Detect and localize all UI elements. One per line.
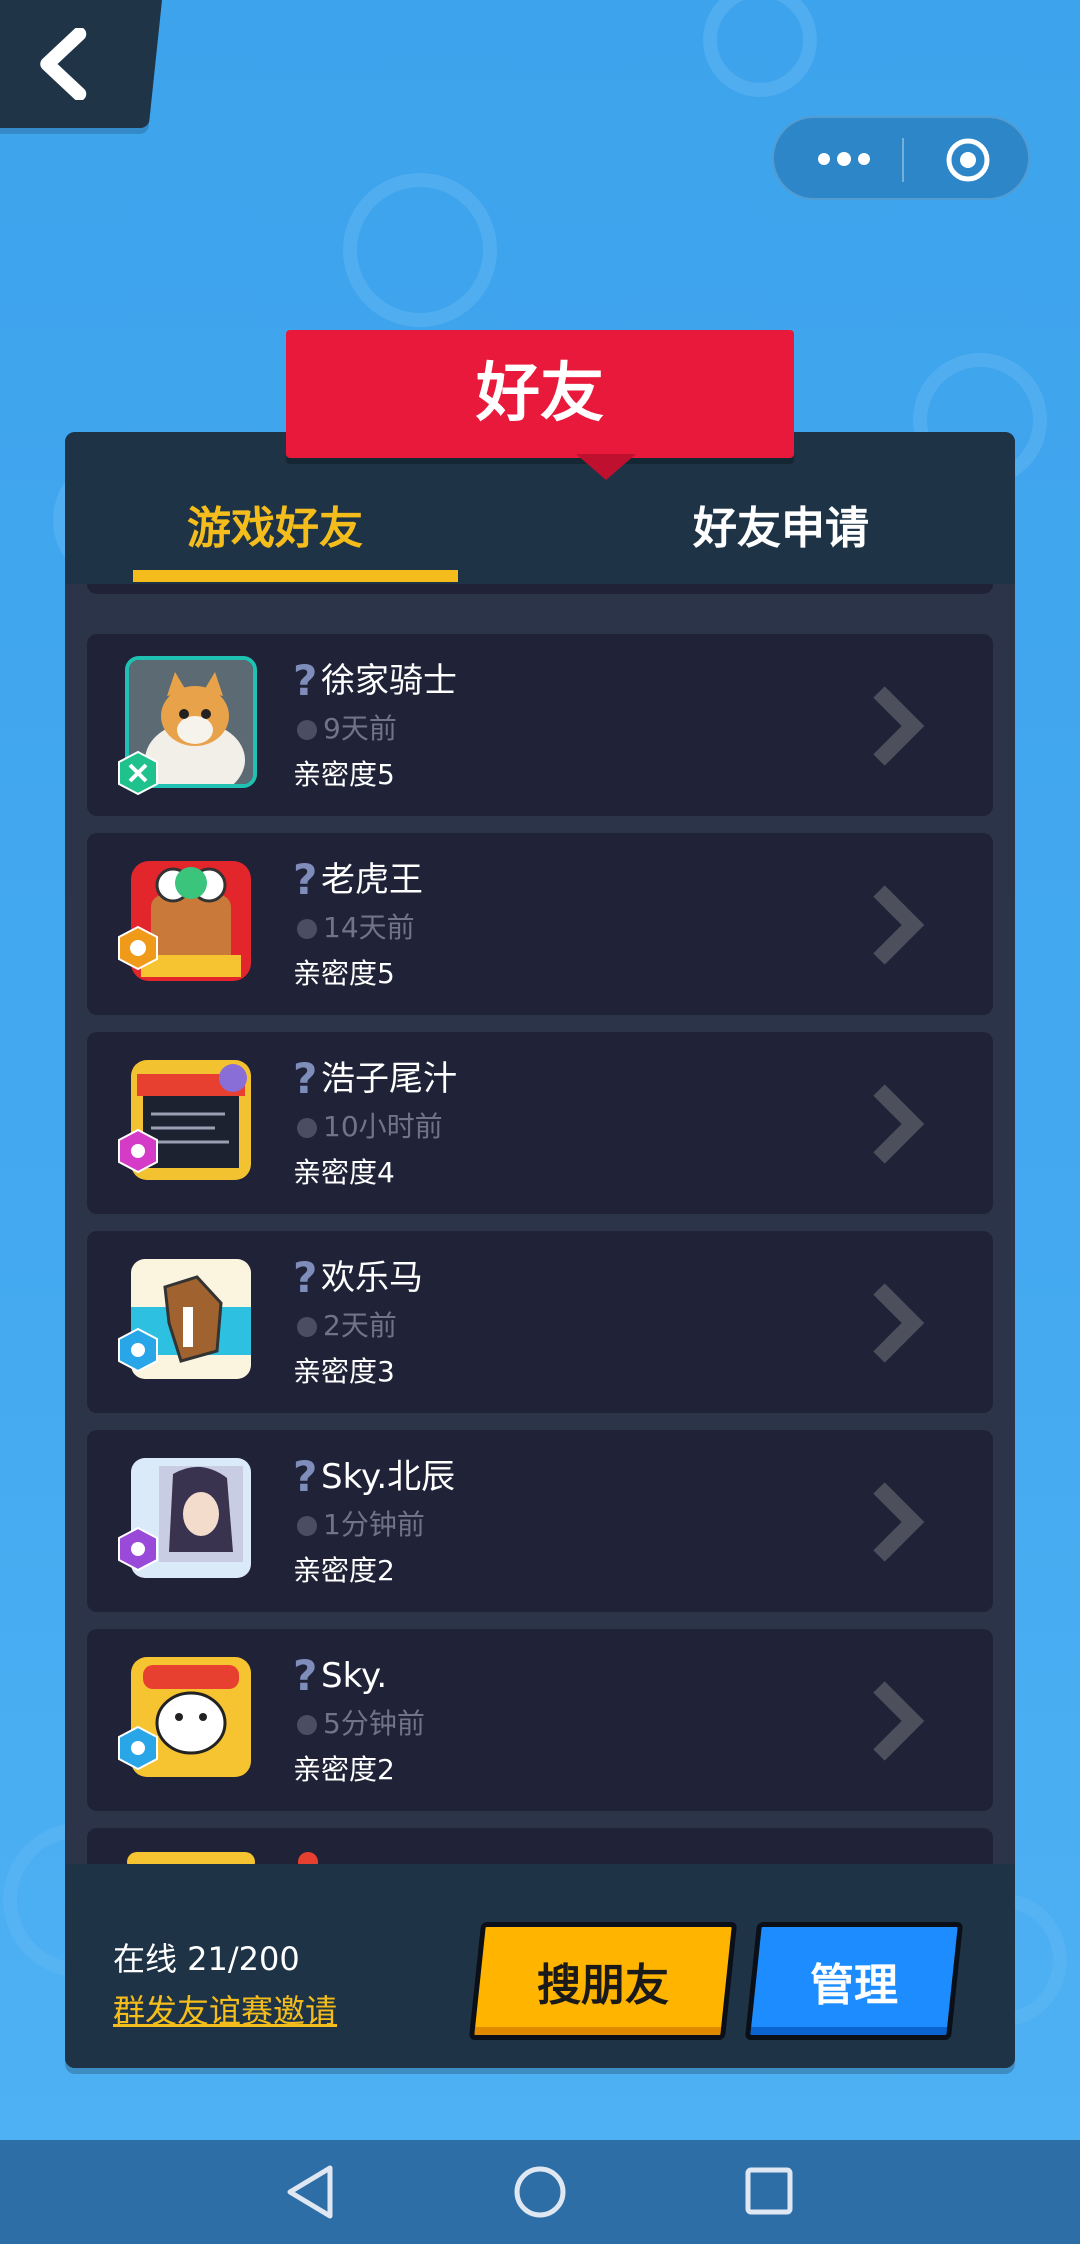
last-seen: 10小时前	[323, 1110, 443, 1143]
chevron-right-icon[interactable]	[867, 883, 927, 967]
last-seen: 9天前	[323, 712, 397, 745]
status-dot	[297, 1118, 317, 1138]
rank-badge-icon	[118, 925, 158, 971]
mini-program-capsule	[772, 116, 1030, 200]
intimacy: 亲密度4	[293, 1156, 395, 1189]
online-count: 在线 21/200	[113, 1940, 300, 1978]
invite-link[interactable]: 群发友谊赛邀请	[113, 1986, 337, 2032]
friend-name: 老虎王	[321, 860, 423, 900]
tab-game-friends[interactable]: 游戏好友	[187, 492, 363, 554]
friend-name: 徐家骑士	[321, 661, 457, 701]
rank-badge-icon	[118, 1526, 158, 1572]
friend-card[interactable]: ? 欢乐马 2天前 亲密度3	[87, 1231, 993, 1413]
rank-badge-icon	[118, 750, 158, 796]
rank-badge-icon	[118, 1128, 158, 1174]
rank-badge-icon	[118, 1327, 158, 1373]
tab-friend-requests[interactable]: 好友申请	[693, 492, 869, 554]
last-seen: 1分钟前	[323, 1508, 425, 1541]
search-friends-button[interactable]: 搜朋友	[468, 1922, 738, 2040]
more-dots-icon[interactable]	[814, 144, 874, 174]
chevron-right-icon[interactable]	[867, 1082, 927, 1166]
friend-card[interactable]: ? Sky.北辰 1分钟前 亲密度2	[87, 1430, 993, 1612]
intimacy: 亲密度5	[293, 957, 395, 990]
friend-card[interactable]: ? Sky. 5分钟前 亲密度2	[87, 1629, 993, 1811]
system-nav-bar	[0, 2140, 1080, 2244]
triangle-back-icon[interactable]	[284, 2164, 336, 2220]
manage-button[interactable]: 管理	[744, 1922, 964, 2040]
friends-panel: ? 徐家骑士 9天前 亲密度5 ? 老虎王 14天前 亲密度5 ? 浩子尾汁 1…	[65, 432, 1015, 2068]
friend-name: Sky.	[321, 1656, 388, 1696]
status-dot	[297, 1516, 317, 1536]
chevron-left-icon	[40, 28, 87, 100]
chevron-right-icon[interactable]	[867, 1281, 927, 1365]
target-circle-icon[interactable]	[944, 136, 992, 184]
status-dot	[297, 720, 317, 740]
status-dot	[297, 919, 317, 939]
circle-home-icon[interactable]	[512, 2164, 568, 2220]
friend-name: 欢乐马	[321, 1258, 423, 1298]
square-recent-icon[interactable]	[744, 2166, 794, 2216]
chevron-right-icon[interactable]	[867, 1679, 927, 1763]
page-title: 好友	[476, 357, 604, 431]
status-dot	[297, 1715, 317, 1735]
search-friends-label: 搜朋友	[537, 1960, 669, 2011]
friend-card[interactable]: ? 老虎王 14天前 亲密度5	[87, 833, 993, 1015]
intimacy: 亲密度5	[293, 758, 395, 791]
active-tab-underline	[133, 570, 458, 582]
last-seen: 5分钟前	[323, 1707, 425, 1740]
back-button[interactable]	[0, 0, 162, 128]
rank-badge-icon	[118, 1725, 158, 1771]
intimacy: 亲密度3	[293, 1355, 395, 1388]
friend-list[interactable]: ? 徐家骑士 9天前 亲密度5 ? 老虎王 14天前 亲密度5 ? 浩子尾汁 1…	[87, 524, 993, 2068]
friend-name: Sky.北辰	[321, 1457, 456, 1497]
capsule-divider	[902, 138, 904, 182]
panel-footer: 在线 21/200 群发友谊赛邀请 搜朋友 管理	[65, 1864, 1015, 2068]
intimacy: 亲密度2	[293, 1554, 395, 1587]
friend-name: 浩子尾汁	[321, 1059, 457, 1099]
intimacy: 亲密度2	[293, 1753, 395, 1786]
last-seen: 2天前	[323, 1309, 397, 1342]
chevron-right-icon[interactable]	[867, 684, 927, 768]
title-banner: 好友	[286, 330, 794, 480]
last-seen: 14天前	[323, 911, 415, 944]
status-dot	[297, 1317, 317, 1337]
manage-label: 管理	[810, 1960, 898, 2011]
chevron-right-icon[interactable]	[867, 1480, 927, 1564]
friend-card[interactable]: ? 徐家骑士 9天前 亲密度5	[87, 634, 993, 816]
friend-card[interactable]: ? 浩子尾汁 10小时前 亲密度4	[87, 1032, 993, 1214]
